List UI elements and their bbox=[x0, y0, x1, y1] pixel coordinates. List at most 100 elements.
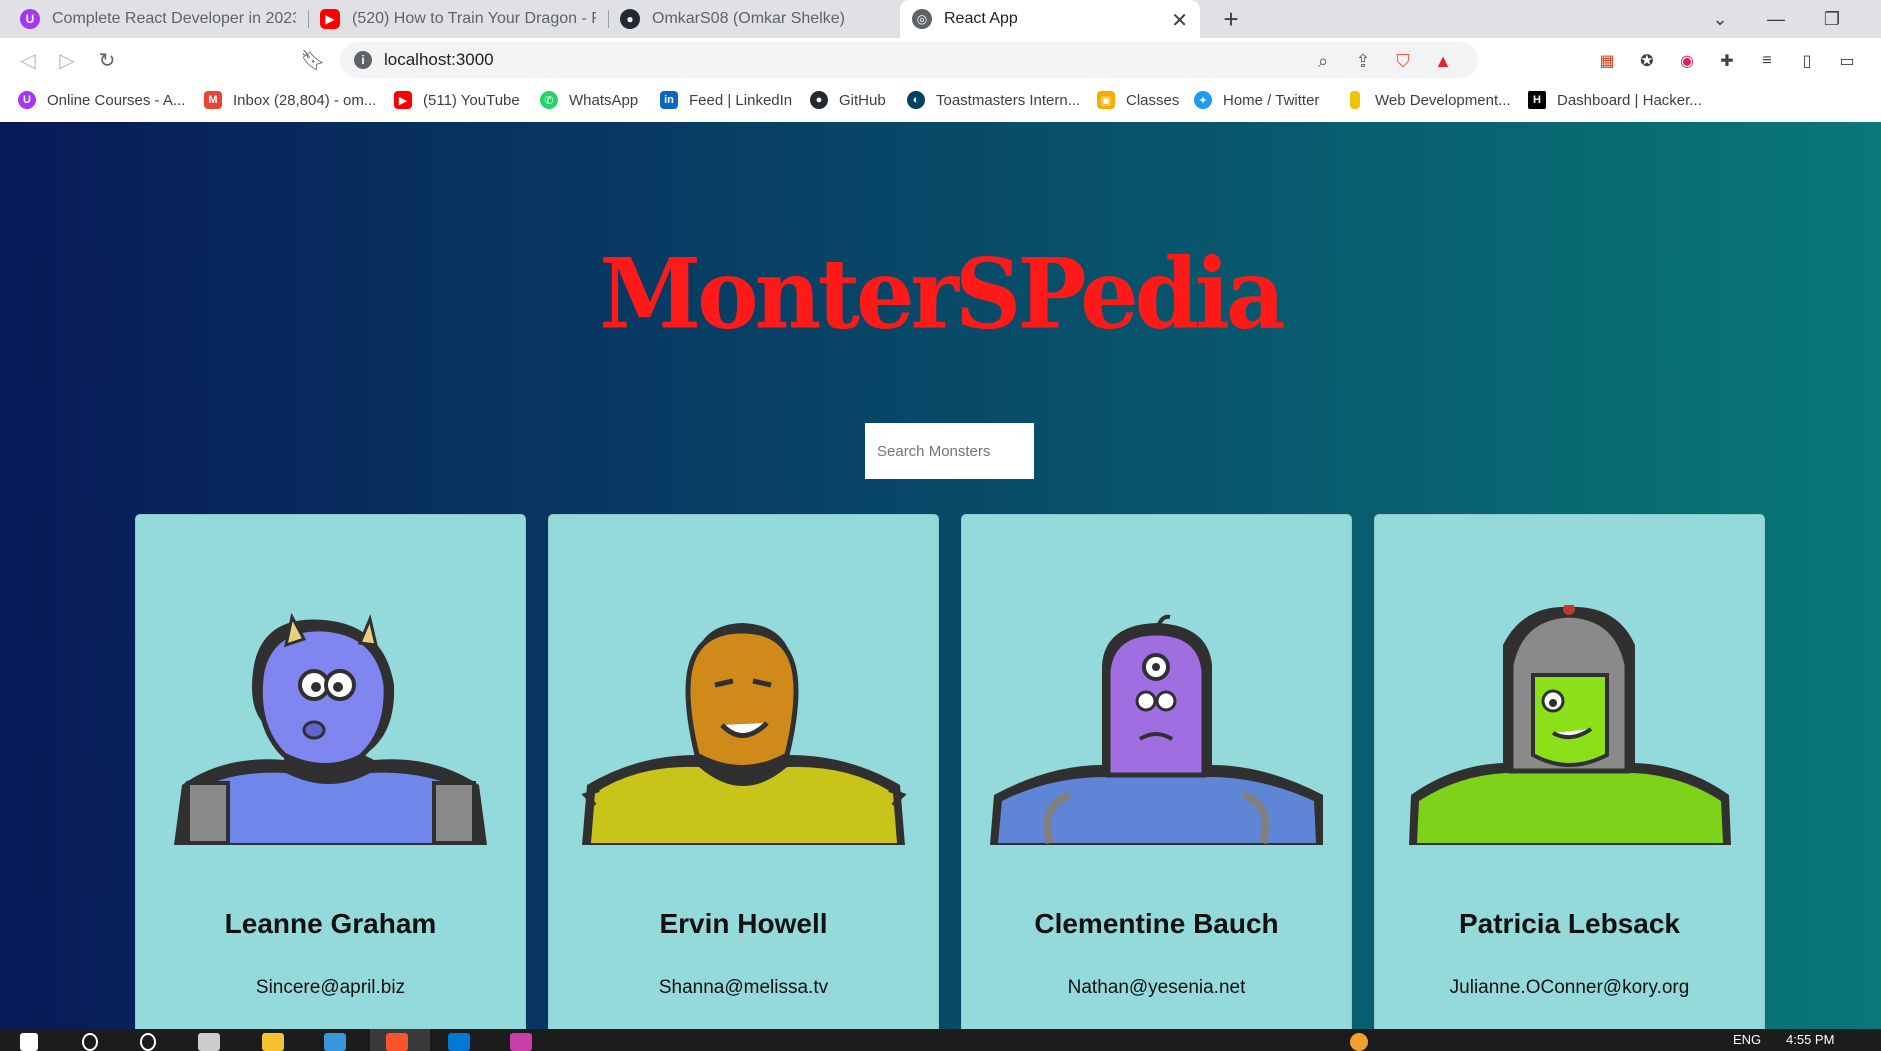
bookmark-web-development[interactable]: Web Development... bbox=[1346, 91, 1511, 109]
zoom-icon[interactable]: ⌕ bbox=[1312, 50, 1334, 72]
windows-start-icon[interactable] bbox=[20, 1033, 38, 1051]
minimize-button[interactable]: — bbox=[1748, 0, 1804, 38]
page-viewport: MonterSPedia Leanne Graham Sincere@april… bbox=[0, 122, 1881, 1029]
monster-email: Julianne.OConner@kory.org bbox=[1449, 977, 1690, 998]
bookmark-classes[interactable]: ▣ Classes bbox=[1097, 91, 1179, 109]
video-extension-icon[interactable]: ◉ bbox=[1676, 50, 1698, 72]
youtube-icon: ▶ bbox=[394, 91, 412, 109]
monster-card: Ervin Howell Shanna@melissa.tv bbox=[548, 514, 939, 1029]
site-info-icon[interactable]: i bbox=[354, 51, 372, 69]
bookmark-label: Home / Twitter bbox=[1223, 91, 1320, 109]
bookmark-label: Dashboard | Hacker... bbox=[1557, 91, 1702, 109]
bookmark-label: Web Development... bbox=[1375, 91, 1511, 109]
monster-email: Sincere@april.biz bbox=[255, 977, 406, 998]
tab-title: OmkarS08 (Omkar Shelke) bbox=[652, 10, 845, 27]
forward-button[interactable]: ▷ bbox=[53, 46, 81, 74]
hackerrank-icon: H bbox=[1528, 91, 1546, 109]
monster-name: Ervin Howell bbox=[659, 908, 828, 939]
bookmark-label: Feed | LinkedIn bbox=[689, 91, 793, 109]
globe-icon: ◎ bbox=[912, 9, 932, 29]
app-icon[interactable] bbox=[324, 1033, 346, 1051]
monster-name: Clementine Bauch bbox=[1034, 908, 1279, 939]
bookmark-page-icon[interactable]: 🔖︎ bbox=[299, 46, 327, 74]
bookmark-toastmasters[interactable]: ◐ Toastmasters Intern... bbox=[907, 91, 1080, 109]
bookmark-label: Toastmasters Intern... bbox=[936, 91, 1081, 109]
sidebar-icon[interactable]: ▯ bbox=[1796, 50, 1818, 72]
bookmark-label: GitHub bbox=[839, 91, 886, 109]
reload-button[interactable]: ↻ bbox=[93, 46, 121, 74]
reading-list-icon[interactable]: ≡ bbox=[1756, 50, 1778, 72]
wallet-icon[interactable]: ▭ bbox=[1836, 50, 1858, 72]
twitter-icon: ✦ bbox=[1194, 91, 1212, 109]
monster-avatar bbox=[174, 612, 487, 845]
bookmark-label: Online Courses - A... bbox=[47, 91, 186, 109]
monster-card: Patricia Lebsack Julianne.OConner@kory.o… bbox=[1374, 514, 1765, 1029]
search-icon[interactable] bbox=[82, 1033, 98, 1051]
windows-taskbar: ENG 4:55 PM bbox=[0, 1029, 1881, 1051]
file-explorer-icon[interactable] bbox=[262, 1033, 284, 1051]
brave-shields-icon[interactable]: ⛉ bbox=[1392, 50, 1414, 72]
bookmark-twitter[interactable]: ✦ Home / Twitter bbox=[1194, 91, 1319, 109]
brave-rewards-icon[interactable]: ▲ bbox=[1432, 50, 1454, 72]
extension-1-icon[interactable]: ▦ bbox=[1596, 50, 1618, 72]
bookmark-label: Classes bbox=[1126, 91, 1180, 109]
tab-search-chevron-icon[interactable]: ⌄ bbox=[1692, 0, 1748, 38]
monster-avatar bbox=[581, 623, 907, 845]
monster-avatar bbox=[990, 614, 1323, 845]
tab-title: (520) How to Train Your Dragon - Flyin bbox=[352, 10, 596, 27]
bookmark-icon bbox=[1350, 91, 1360, 109]
panda-extension-icon[interactable]: ✪ bbox=[1636, 50, 1658, 72]
cortana-icon[interactable] bbox=[140, 1033, 156, 1051]
address-bar[interactable]: i localhost:3000 ⌕ ⇪ ⛉ ▲ bbox=[340, 42, 1478, 78]
tab-title: Complete React Developer in 2023 (w/ bbox=[52, 10, 296, 27]
bookmark-youtube[interactable]: ▶ (511) YouTube bbox=[394, 91, 520, 109]
clock-time[interactable]: 4:55 PM bbox=[1786, 1032, 1834, 1047]
bookmark-linkedin[interactable]: in Feed | LinkedIn bbox=[660, 91, 792, 109]
bookmark-label: Inbox (28,804) - om... bbox=[233, 91, 377, 109]
monster-email: Nathan@yesenia.net bbox=[1067, 977, 1246, 998]
back-button[interactable]: ◁ bbox=[14, 46, 42, 74]
classroom-icon: ▣ bbox=[1097, 91, 1115, 109]
udemy-icon: U bbox=[18, 91, 36, 109]
linkedin-icon: in bbox=[660, 91, 678, 109]
github-icon: ● bbox=[620, 9, 640, 29]
whatsapp-icon: ✆ bbox=[540, 91, 558, 109]
browser-toolbar: ◁ ▷ ↻ 🔖︎ i localhost:3000 ⌕ ⇪ ⛉ ▲ ▦ ✪ ◉ … bbox=[0, 38, 1881, 82]
tab-react-app[interactable]: ◎ React App ✕ bbox=[900, 0, 1200, 38]
brave-browser-icon[interactable] bbox=[386, 1033, 408, 1051]
tab-strip: U Complete React Developer in 2023 (w/ ▶… bbox=[0, 0, 1881, 38]
monster-email: Shanna@melissa.tv bbox=[658, 977, 829, 998]
new-tab-button[interactable]: + bbox=[1216, 4, 1246, 34]
bookmark-udemy[interactable]: U Online Courses - A... bbox=[18, 91, 185, 109]
bookmark-label: (511) YouTube bbox=[423, 91, 520, 109]
tab-github[interactable]: ● OmkarS08 (Omkar Shelke) bbox=[608, 0, 900, 38]
tab-youtube[interactable]: ▶ (520) How to Train Your Dragon - Flyin bbox=[308, 0, 608, 38]
language-indicator[interactable]: ENG bbox=[1733, 1032, 1761, 1047]
monster-avatar bbox=[1409, 605, 1731, 845]
weather-icon[interactable] bbox=[1350, 1033, 1368, 1051]
vscode-icon[interactable] bbox=[448, 1033, 470, 1051]
toastmasters-icon: ◐ bbox=[907, 91, 925, 109]
search-monsters-input[interactable] bbox=[865, 423, 1034, 479]
bookmark-gmail[interactable]: M Inbox (28,804) - om... bbox=[204, 91, 376, 109]
restore-button[interactable]: ❐ bbox=[1804, 0, 1860, 38]
monster-card: Leanne Graham Sincere@april.biz bbox=[135, 514, 526, 1029]
url-text[interactable]: localhost:3000 bbox=[384, 50, 494, 70]
tab-title: React App bbox=[944, 10, 1018, 27]
bookmark-hackerrank[interactable]: H Dashboard | Hacker... bbox=[1528, 91, 1702, 109]
task-view-icon[interactable] bbox=[198, 1033, 220, 1051]
bookmark-github[interactable]: ● GitHub bbox=[810, 91, 886, 109]
share-icon[interactable]: ⇪ bbox=[1352, 50, 1374, 72]
extensions-puzzle-icon[interactable]: ✚ bbox=[1716, 50, 1738, 72]
bookmark-whatsapp[interactable]: ✆ WhatsApp bbox=[540, 91, 638, 109]
monster-card: Clementine Bauch Nathan@yesenia.net bbox=[961, 514, 1352, 1029]
youtube-icon: ▶ bbox=[320, 9, 340, 29]
monster-name: Leanne Graham bbox=[224, 908, 437, 939]
monster-name: Patricia Lebsack bbox=[1458, 908, 1681, 939]
udemy-icon: U bbox=[20, 9, 40, 29]
tab-udemy[interactable]: U Complete React Developer in 2023 (w/ bbox=[8, 0, 308, 38]
bookmarks-bar: U Online Courses - A... M Inbox (28,804) -… bbox=[0, 82, 1881, 122]
close-tab-icon[interactable]: ✕ bbox=[1171, 8, 1188, 33]
terminal-icon[interactable] bbox=[510, 1033, 532, 1051]
bookmark-label: WhatsApp bbox=[569, 91, 639, 109]
